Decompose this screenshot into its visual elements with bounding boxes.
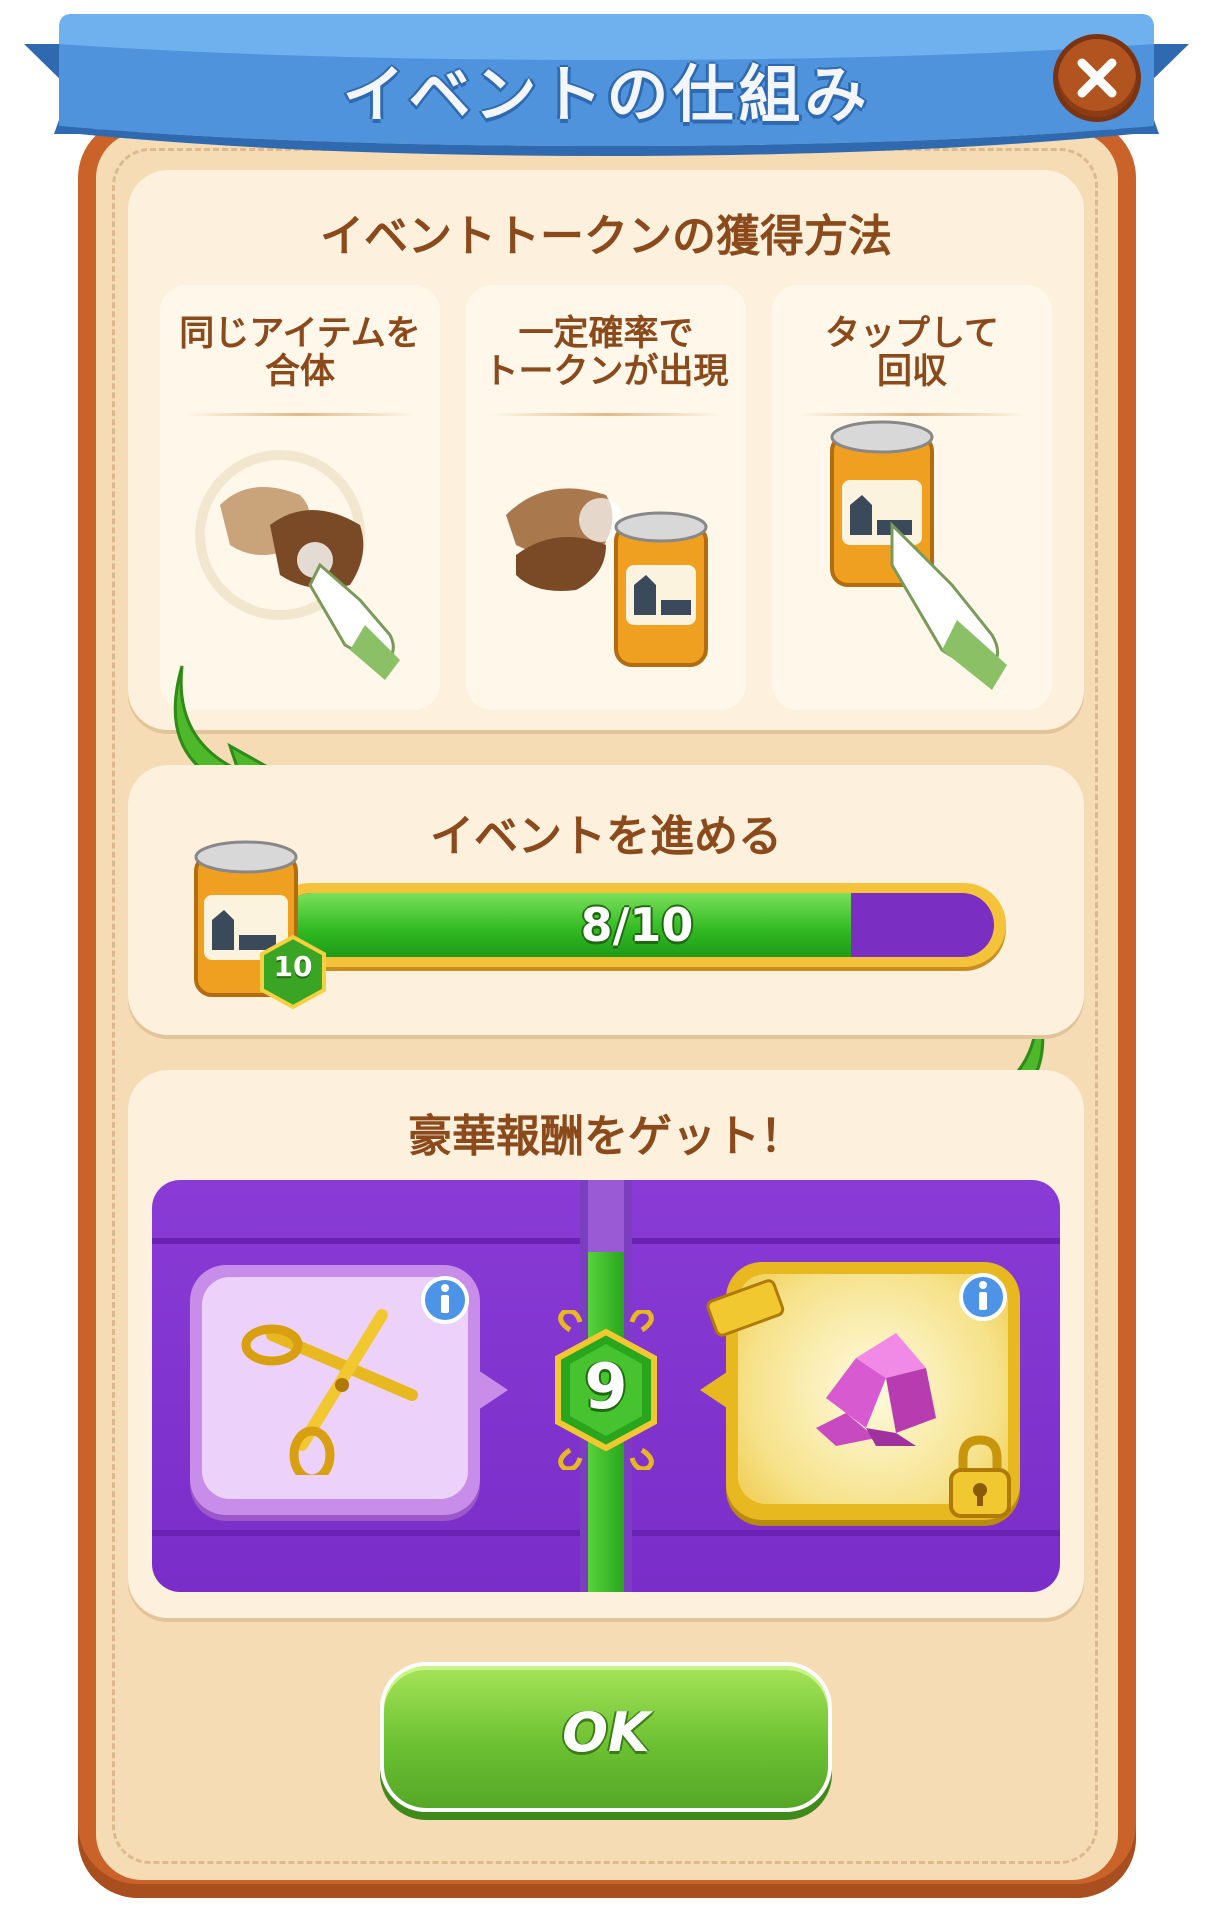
level-track-empty (588, 1180, 624, 1252)
scissors-icon (241, 1309, 418, 1475)
divider (490, 413, 722, 416)
step-merge-label-1: 同じアイテムを (179, 314, 421, 354)
rewards-title: 豪華報酬をゲット！ (408, 1111, 804, 1162)
info-icon[interactable] (958, 1272, 1008, 1322)
token-count-text: 10 (273, 950, 313, 983)
step-merge-card: 同じアイテムを 合体 (160, 285, 440, 710)
info-icon[interactable] (420, 1275, 470, 1325)
ok-button-label: OK (562, 1701, 650, 1764)
close-button[interactable] (1053, 34, 1141, 122)
gloves-merge-icon (195, 450, 400, 680)
premium-ticket-icon (706, 1279, 785, 1337)
step-appear-label-2: トークンが出現 (483, 352, 729, 392)
step-collect-label-2: 回収 (876, 352, 947, 392)
token-appear-icon (506, 488, 708, 667)
step-collect-label-1: タップして (825, 314, 999, 354)
tap-collect-icon (830, 420, 1007, 690)
step-merge-label-2: 合体 (264, 352, 335, 392)
step-collect-card: タップして 回収 (772, 285, 1052, 710)
earn-tokens-title: イベントトークンの獲得方法 (320, 211, 892, 262)
step-appear-label-1: 一定確率で (518, 314, 694, 354)
divider (184, 413, 416, 416)
step-appear-card: 一定確率で トークンが出現 (466, 285, 746, 710)
progress-text: 8/10 (580, 898, 694, 952)
level-number: 9 (584, 1350, 628, 1423)
pointer-right-icon (478, 1370, 508, 1410)
pointer-left-icon (700, 1370, 730, 1410)
gem-pile-icon (816, 1333, 936, 1446)
lock-icon (949, 1435, 1011, 1518)
close-icon (1077, 58, 1117, 98)
dialog-title: イベントの仕組み (342, 58, 871, 131)
